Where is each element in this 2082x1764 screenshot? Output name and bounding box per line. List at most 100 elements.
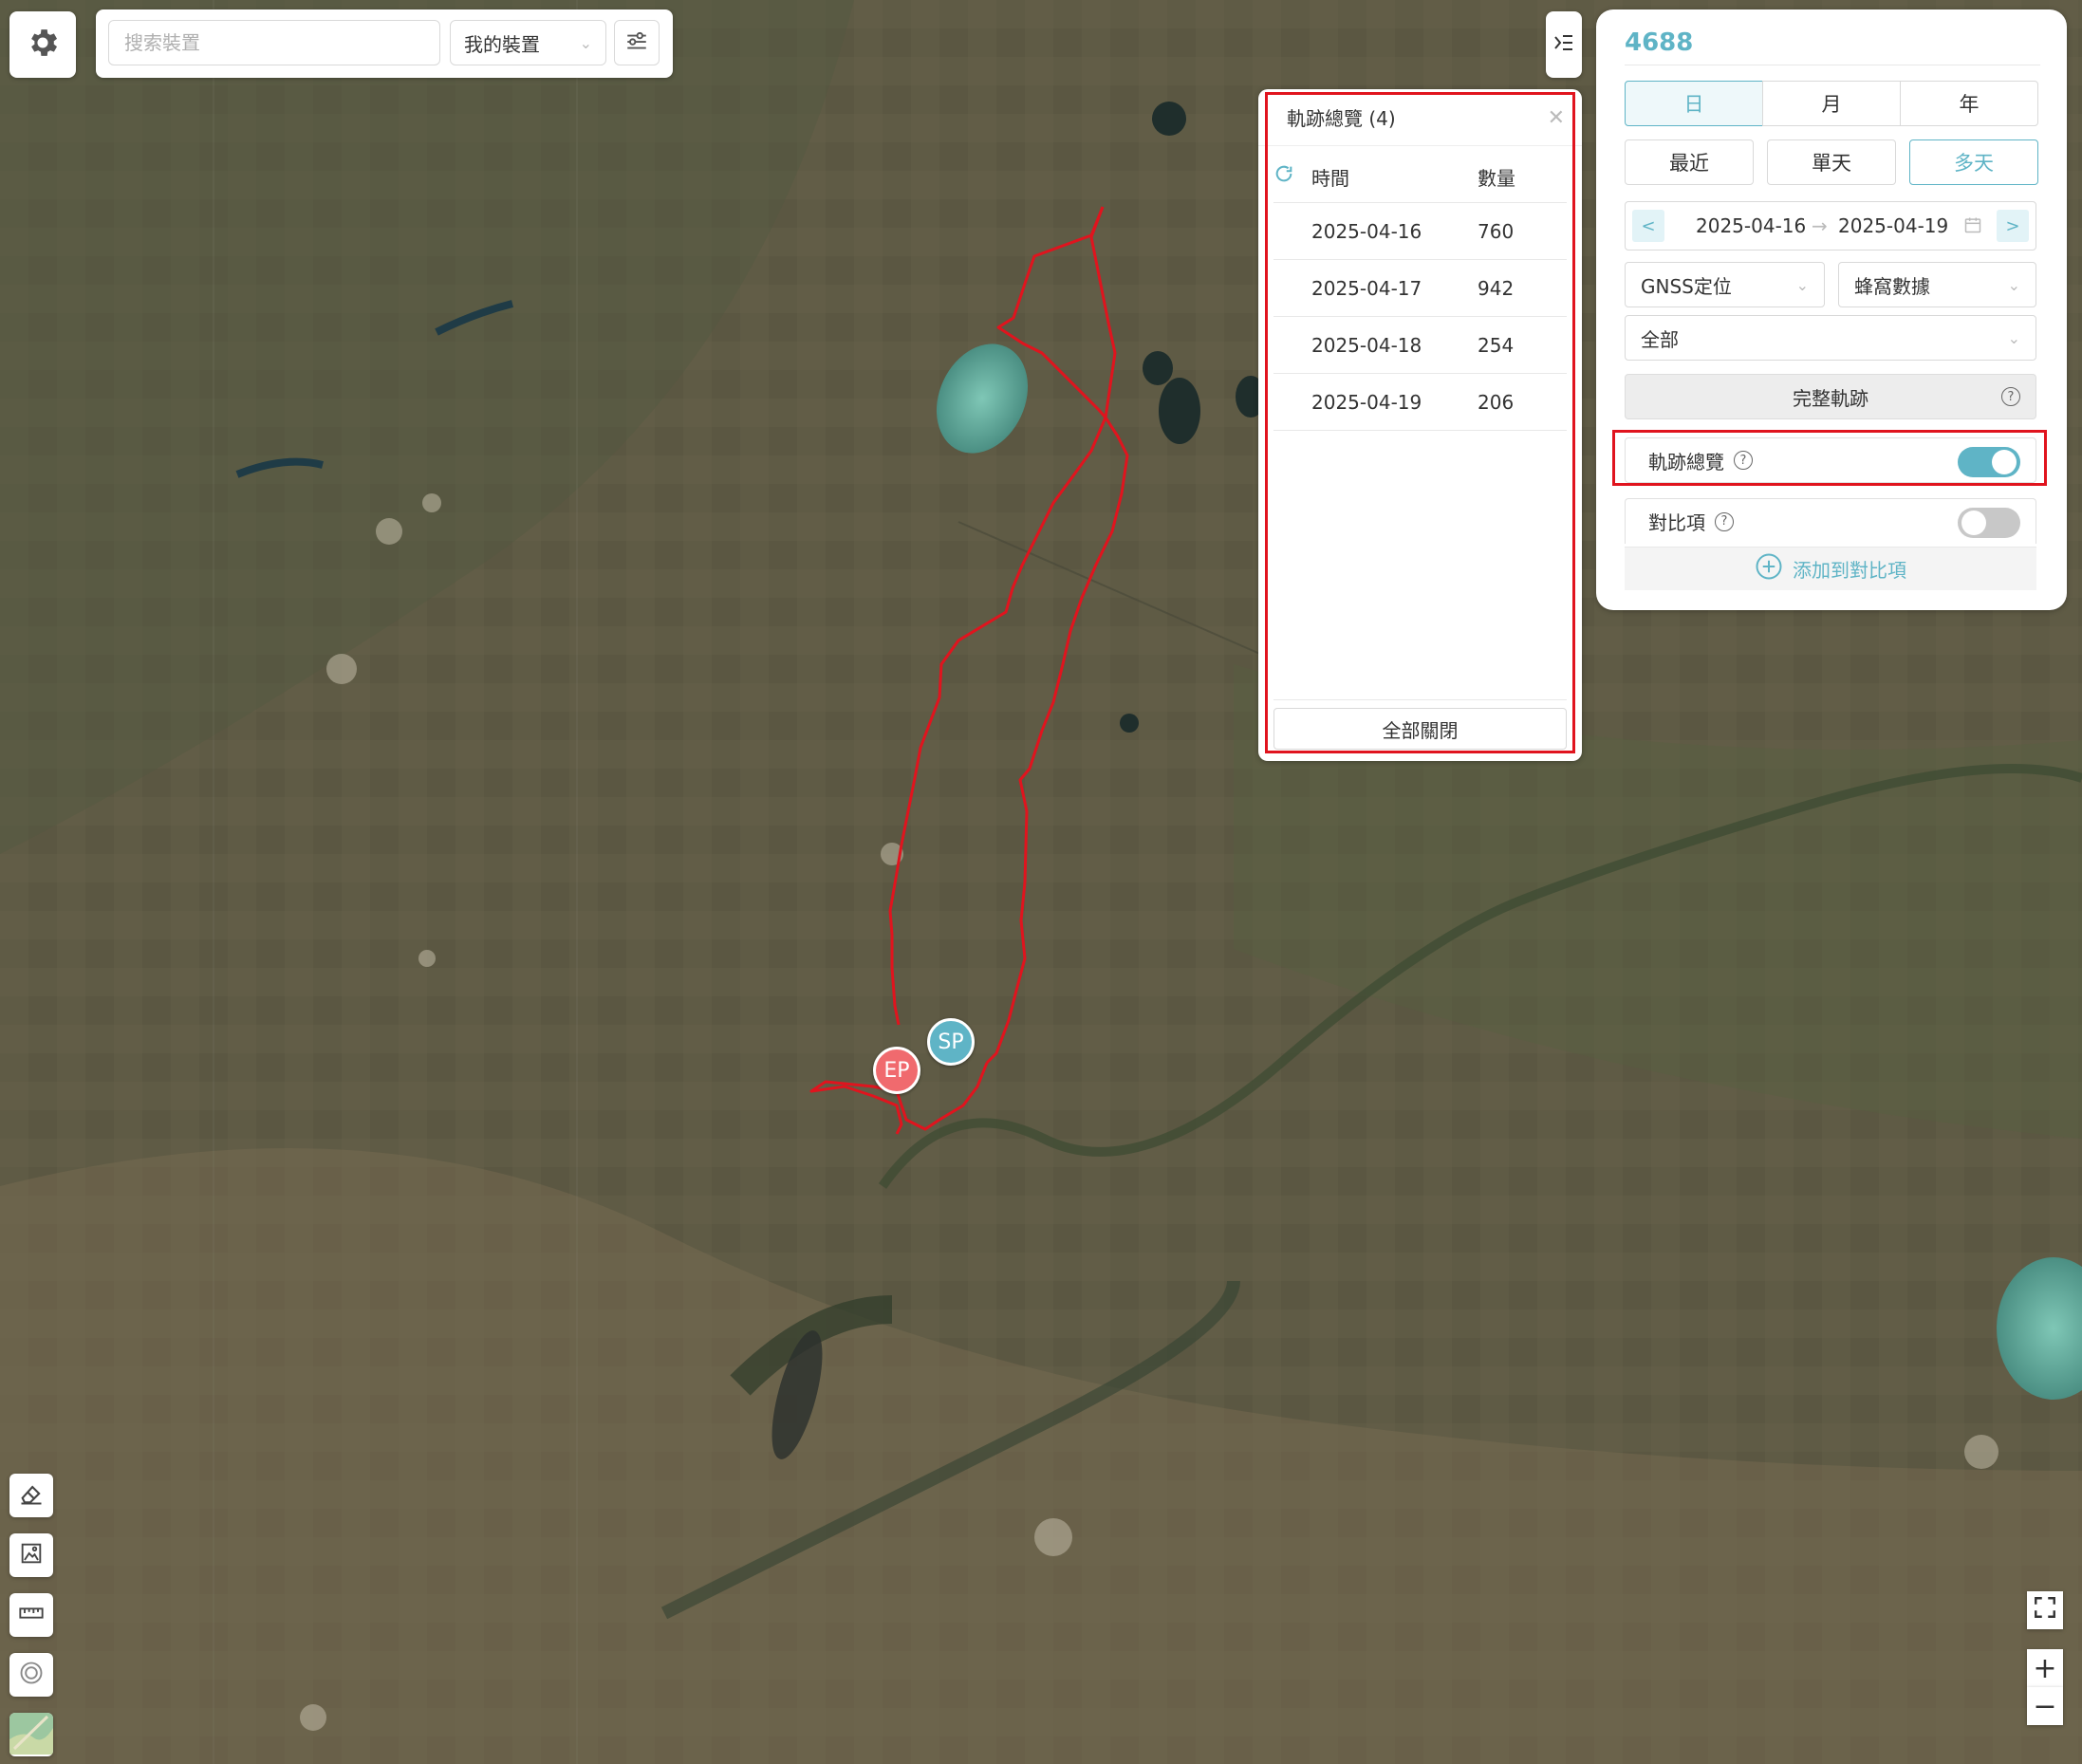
full-track-label: 完整軌跡 [1793, 386, 1868, 410]
table-row[interactable]: 2025-04-16 760 [1273, 203, 1567, 260]
chevron-right-icon: > [2005, 215, 2020, 236]
locate-tool-button[interactable] [9, 1653, 53, 1697]
end-date[interactable]: 2025-04-19 [1838, 214, 1948, 237]
collapse-panel-button[interactable] [1546, 11, 1582, 78]
close-icon[interactable]: ✕ [1548, 106, 1565, 130]
range-multi-day-label: 多天 [1954, 152, 1994, 175]
close-all-button[interactable]: 全部關閉 [1273, 708, 1567, 750]
ruler-icon [18, 1600, 45, 1630]
device-group-value: 我的裝置 [464, 32, 540, 56]
plus-circle-icon [1755, 552, 1783, 585]
row-count: 206 [1478, 391, 1515, 414]
start-point-label: SP [938, 1030, 964, 1054]
chevron-down-icon: ⌄ [2007, 275, 2020, 294]
compare-toggle-row: 對比項 ? [1625, 498, 2036, 544]
end-point-label: EP [883, 1058, 910, 1083]
row-date: 2025-04-17 [1311, 277, 1422, 300]
track-overview-panel: 軌跡總覽 (4) ✕ 時間 數量 2025-04-16 760 2025-04-… [1258, 89, 1582, 761]
zoom-in-icon: + [2033, 1651, 2057, 1685]
range-recent-button[interactable]: 最近 [1625, 139, 1754, 185]
map-layer-icon [9, 1713, 53, 1756]
chevron-down-icon: ⌄ [2007, 328, 2020, 347]
tab-month-label: 月 [1821, 93, 1842, 116]
row-count: 760 [1478, 220, 1515, 243]
help-icon[interactable]: ? [2001, 387, 2020, 406]
compare-toggle[interactable] [1958, 508, 2020, 538]
start-date[interactable]: 2025-04-16 [1696, 214, 1806, 237]
device-search-input[interactable] [108, 20, 440, 65]
calendar-icon[interactable] [1963, 215, 1982, 238]
filter-button[interactable] [614, 20, 660, 65]
map-layer-button[interactable] [9, 1713, 53, 1756]
table-row[interactable]: 2025-04-19 206 [1273, 374, 1567, 431]
device-search-bar: 我的裝置 ⌄ [96, 9, 673, 78]
track-overview-label: 軌跡總覽 [1648, 450, 1724, 473]
device-group-select[interactable]: 我的裝置 ⌄ [450, 20, 606, 65]
toggle-knob [1961, 511, 1986, 535]
table-row[interactable]: 2025-04-17 942 [1273, 260, 1567, 317]
chevron-left-icon: < [1641, 215, 1656, 236]
device-id: 4688 [1625, 28, 1694, 57]
tab-day[interactable]: 日 [1625, 81, 1763, 126]
help-icon[interactable]: ? [1734, 451, 1753, 470]
fullscreen-icon [2033, 1594, 2057, 1627]
range-recent-label: 最近 [1669, 152, 1709, 175]
chevron-down-icon: ⌄ [579, 33, 592, 52]
tab-month[interactable]: 月 [1762, 81, 1901, 126]
compare-label: 對比項 [1648, 511, 1705, 534]
track-overview-title: 軌跡總覽 (4) [1287, 107, 1396, 130]
refresh-icon[interactable] [1273, 163, 1294, 188]
fullscreen-button[interactable] [2027, 1591, 2063, 1629]
help-icon[interactable]: ? [1715, 511, 1734, 531]
add-to-compare-button[interactable]: 添加到對比項 [1625, 547, 2036, 590]
column-header-time: 時間 [1311, 167, 1349, 190]
table-header-row: 時間 數量 [1273, 146, 1567, 203]
target-icon [18, 1660, 45, 1690]
row-count: 942 [1478, 277, 1515, 300]
chevron-down-icon: ⌄ [1795, 275, 1809, 294]
settings-button[interactable] [9, 11, 76, 78]
image-icon [18, 1540, 45, 1570]
start-point-marker[interactable]: SP [927, 1018, 975, 1066]
prev-date-button[interactable]: < [1632, 210, 1664, 242]
zoom-out-icon: − [2033, 1689, 2057, 1723]
next-date-button[interactable]: > [1997, 210, 2029, 242]
collapse-icon [1552, 31, 1575, 58]
close-all-label: 全部關閉 [1382, 718, 1459, 742]
toggle-knob [1992, 450, 2017, 474]
range-arrow-icon: → [1812, 214, 1828, 237]
track-overview-header: 軌跡總覽 (4) [1258, 89, 1582, 146]
full-track-button[interactable]: 完整軌跡 ? [1625, 374, 2036, 419]
row-date: 2025-04-19 [1311, 391, 1422, 414]
track-overview-toggle-row: 軌跡總覽 ? [1625, 437, 2036, 483]
image-tool-button[interactable] [9, 1533, 53, 1577]
zoom-out-button[interactable]: − [2027, 1687, 2063, 1725]
track-overview-toggle[interactable] [1958, 447, 2020, 477]
filter-icon [624, 28, 649, 57]
point-filter-value: 全部 [1641, 327, 1679, 351]
range-single-day-button[interactable]: 單天 [1767, 139, 1896, 185]
eraser-icon [18, 1480, 45, 1511]
range-multi-day-button[interactable]: 多天 [1909, 139, 2038, 185]
location-source-value: GNSS定位 [1641, 274, 1732, 298]
end-point-marker[interactable]: EP [873, 1047, 920, 1094]
divider [1273, 699, 1567, 700]
range-single-day-label: 單天 [1812, 152, 1851, 175]
cell-data-value: 蜂窩數據 [1854, 274, 1930, 298]
tab-year[interactable]: 年 [1900, 81, 2038, 126]
measure-tool-button[interactable] [9, 1593, 53, 1637]
point-filter-select[interactable]: 全部 ⌄ [1625, 315, 2036, 361]
cell-data-select[interactable]: 蜂窩數據 ⌄ [1838, 262, 2036, 307]
row-count: 254 [1478, 334, 1515, 357]
erase-tool-button[interactable] [9, 1474, 53, 1517]
add-to-compare-label: 添加到對比項 [1793, 559, 1906, 582]
column-header-count: 數量 [1478, 167, 1515, 190]
track-settings-panel: 4688 日 月 年 最近 單天 多天 < 2025-04-16 → 2025-… [1596, 9, 2067, 610]
row-date: 2025-04-18 [1311, 334, 1422, 357]
row-date: 2025-04-16 [1311, 220, 1422, 243]
table-row[interactable]: 2025-04-18 254 [1273, 317, 1567, 374]
zoom-in-button[interactable]: + [2027, 1649, 2063, 1687]
date-range-picker[interactable]: < 2025-04-16 → 2025-04-19 > [1625, 201, 2036, 251]
location-source-select[interactable]: GNSS定位 ⌄ [1625, 262, 1825, 307]
tab-year-label: 年 [1959, 93, 1980, 116]
